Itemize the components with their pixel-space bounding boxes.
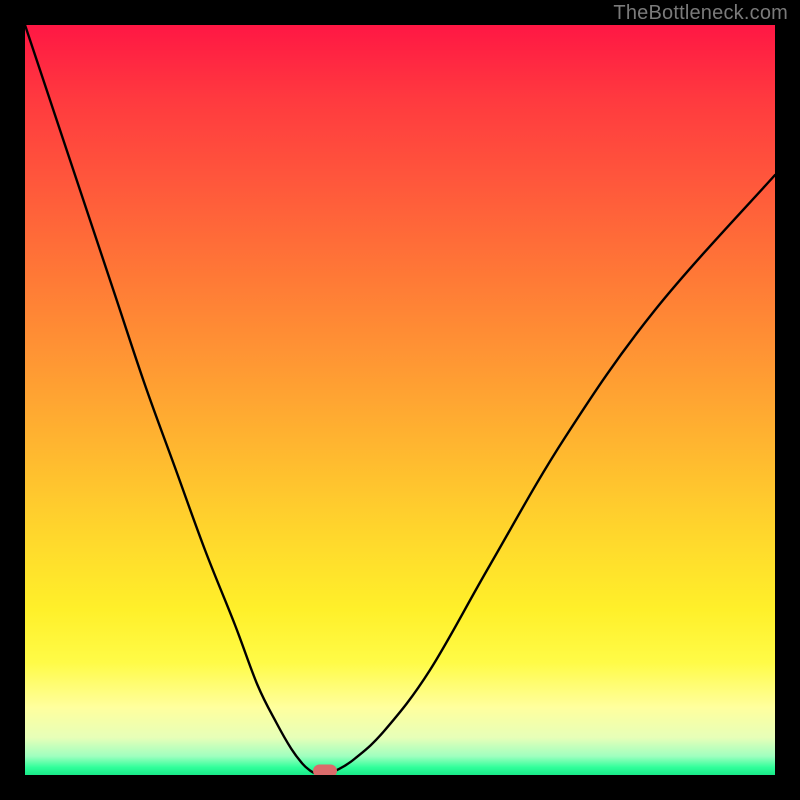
optimal-point-marker [313, 765, 337, 776]
plot-area [25, 25, 775, 775]
bottleneck-curve [25, 25, 775, 775]
watermark-text: TheBottleneck.com [613, 2, 788, 25]
chart-frame: TheBottleneck.com [0, 0, 800, 800]
